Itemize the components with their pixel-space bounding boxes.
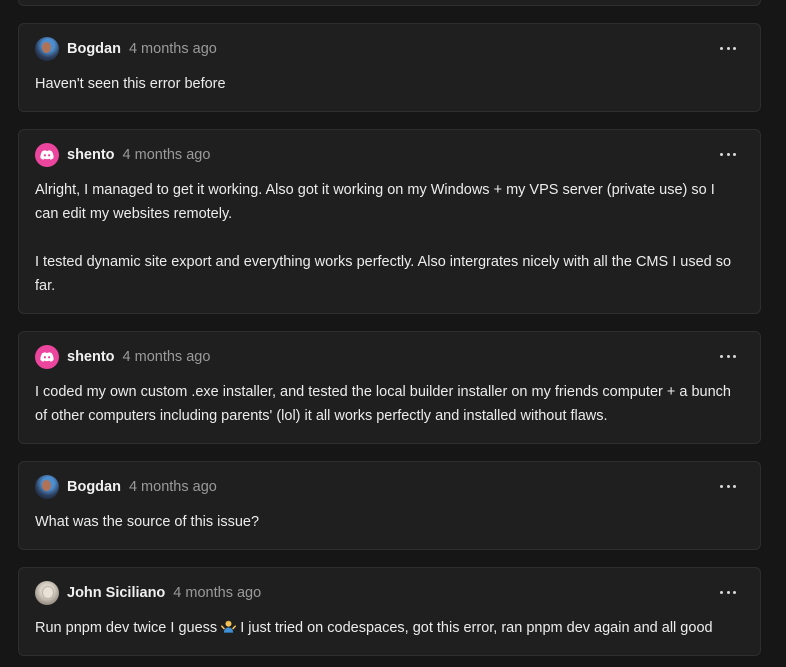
comment-card-partial (18, 0, 761, 6)
john-avatar[interactable] (35, 581, 59, 605)
comment-header: Bogdan 4 months ago (35, 36, 217, 62)
comment-body: I coded my own custom .exe installer, an… (35, 384, 731, 424)
comment-author[interactable]: shento (67, 147, 115, 163)
comment-body: Run pnpm dev twice I guess I just tried … (35, 616, 736, 640)
comment-author[interactable]: Bogdan (67, 41, 121, 57)
comment-author[interactable]: shento (67, 349, 115, 365)
comment-body: Haven't seen this error before (35, 76, 226, 92)
bogdan-avatar[interactable] (35, 475, 59, 499)
discord-avatar[interactable] (35, 345, 59, 369)
comment-feed: Bogdan 4 months ago Haven't seen this er… (0, 0, 786, 667)
more-options-icon[interactable] (720, 584, 736, 600)
comment-card: John Siciliano 4 months ago Run pnpm dev… (18, 567, 761, 656)
more-options-icon[interactable] (720, 348, 736, 364)
discord-avatar[interactable] (35, 143, 59, 167)
comment-timestamp[interactable]: 4 months ago (173, 585, 261, 601)
comment-author[interactable]: Bogdan (67, 479, 121, 495)
comment-text: Run pnpm dev twice I guess (35, 620, 218, 636)
more-options-icon[interactable] (720, 146, 736, 162)
comment-timestamp[interactable]: 4 months ago (123, 147, 211, 163)
discord-icon (40, 351, 54, 362)
comment-card: Bogdan 4 months ago What was the source … (18, 461, 761, 550)
comment-body: What was the source of this issue? (35, 514, 260, 530)
comment-header: John Siciliano 4 months ago (35, 580, 261, 606)
comment-timestamp[interactable]: 4 months ago (129, 41, 217, 57)
comment-timestamp[interactable]: 4 months ago (129, 479, 217, 495)
comment-card: shento 4 months ago I coded my own custo… (18, 331, 761, 444)
comment-author[interactable]: John Siciliano (67, 585, 165, 601)
comment-card: shento 4 months ago Alright, I managed t… (18, 129, 761, 314)
comment-header: shento 4 months ago (35, 344, 210, 370)
comment-body: Alright, I managed to get it working. Al… (35, 182, 715, 222)
person-shrugging-emoji (221, 620, 237, 633)
comment-text: I just tried on codespaces, got this err… (240, 620, 713, 636)
bogdan-avatar[interactable] (35, 37, 59, 61)
more-options-icon[interactable] (720, 478, 736, 494)
comment-card: Bogdan 4 months ago Haven't seen this er… (18, 23, 761, 112)
more-options-icon[interactable] (720, 40, 736, 56)
discord-icon (40, 149, 54, 160)
comment-header: shento 4 months ago (35, 142, 210, 168)
comment-timestamp[interactable]: 4 months ago (123, 349, 211, 365)
comment-body: I tested dynamic site export and everyth… (35, 254, 732, 294)
comment-header: Bogdan 4 months ago (35, 474, 217, 500)
